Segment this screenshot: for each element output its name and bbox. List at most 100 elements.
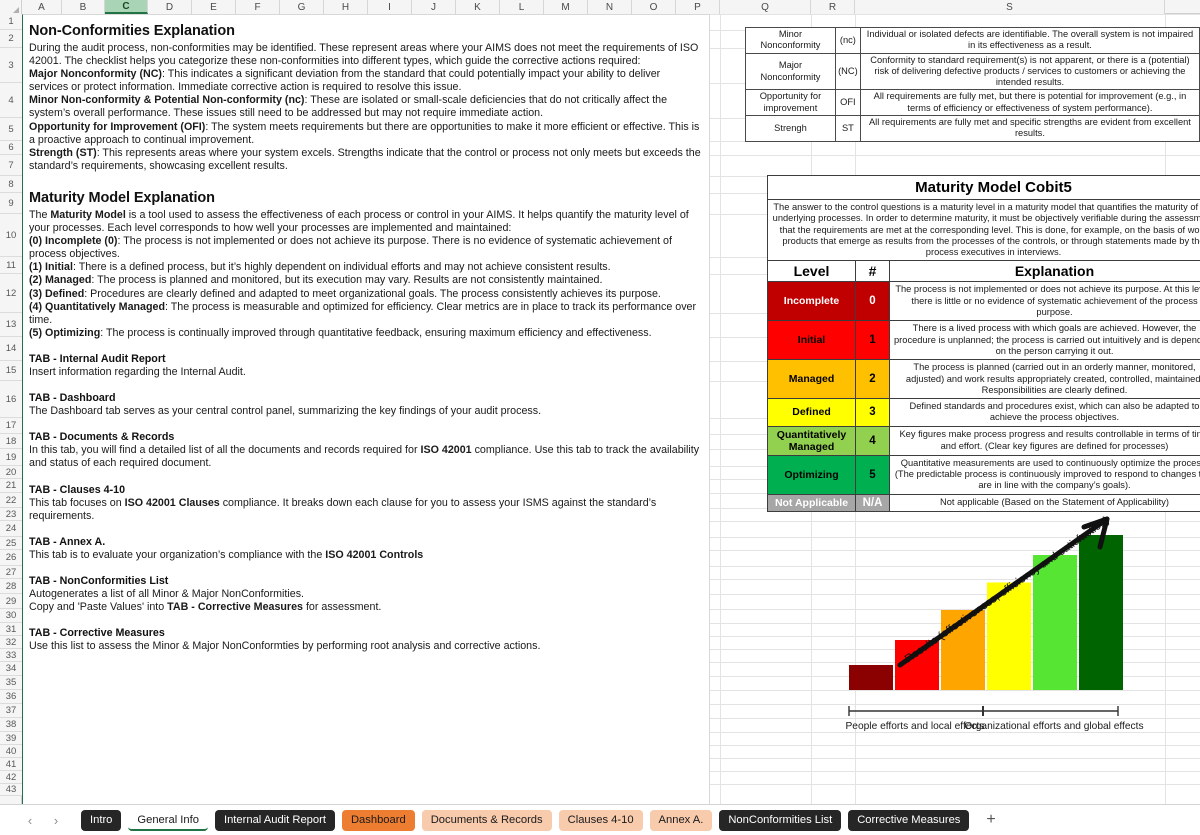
column-header-O[interactable]: O [632, 0, 676, 14]
column-header-A[interactable]: A [22, 0, 62, 14]
row-header-39[interactable]: 39 [0, 732, 22, 745]
row-header-38[interactable]: 38 [0, 718, 22, 732]
column-header-C[interactable]: C [105, 0, 148, 14]
table-row[interactable]: Defined 3 Defined standards and procedures… [767, 398, 1200, 427]
row-header-35[interactable]: 35 [0, 676, 22, 690]
row-header-13[interactable]: 13 [0, 313, 22, 337]
column-header-B[interactable]: B [62, 0, 105, 14]
row-header-15[interactable]: 15 [0, 361, 22, 381]
row-header-21[interactable]: 21 [0, 479, 22, 493]
select-all-corner[interactable] [0, 0, 22, 14]
table-row[interactable]: Opportunity for improvement OFI All requir… [745, 89, 1200, 117]
row-header-26[interactable]: 26 [0, 550, 22, 566]
row-header-8[interactable]: 8 [0, 176, 22, 193]
sheet-tab-general-info[interactable]: General Info [128, 809, 208, 831]
row-header-41[interactable]: 41 [0, 758, 22, 771]
column-header-G[interactable]: G [280, 0, 324, 14]
row-header-28[interactable]: 28 [0, 579, 22, 594]
row-header-12[interactable]: 12 [0, 274, 22, 313]
row-header-24[interactable]: 24 [0, 521, 22, 537]
row-header-10[interactable]: 10 [0, 214, 22, 257]
column-header-I[interactable]: I [368, 0, 412, 14]
table-row[interactable]: Minor Nonconformity (nc) Individual or iso… [745, 27, 1200, 54]
sheet-tab-bar[interactable]: ‹ › Intro General Info Internal Audit Repo… [0, 804, 1200, 835]
row-header-1[interactable]: 1 [0, 14, 22, 30]
column-header-D[interactable]: D [148, 0, 192, 14]
row-header-7[interactable]: 7 [0, 155, 22, 176]
sheet-tab-documents-records[interactable]: Documents & Records [421, 809, 552, 831]
nonconformity-type-label: Minor Non-conformity & Potential Non-con… [29, 94, 305, 107]
row-header-9[interactable]: 9 [0, 193, 22, 214]
row-header-43[interactable]: 43 [0, 784, 22, 796]
next-sheet-arrow-icon[interactable]: › [50, 814, 62, 827]
row-header-37[interactable]: 37 [0, 704, 22, 718]
table-row[interactable]: Incomplete 0 The process is not implemente… [767, 281, 1200, 322]
row-header-23[interactable]: 23 [0, 508, 22, 521]
row-header-22[interactable]: 22 [0, 493, 22, 508]
sheet-tab-annex-a[interactable]: Annex A. [649, 809, 713, 831]
column-header-K[interactable]: K [456, 0, 500, 14]
general-info-text-block[interactable]: Non-Conformities Explanation During the … [22, 14, 710, 804]
add-sheet-icon[interactable]: + [986, 812, 995, 828]
column-header-bar: ABCDEFGHIJKLMNOPQRS [0, 0, 1200, 14]
table-row[interactable]: Major Nonconformity (NC) Conformity to sta… [745, 52, 1200, 91]
column-header-M[interactable]: M [544, 0, 588, 14]
row-header-29[interactable]: 29 [0, 594, 22, 609]
column-header-F[interactable]: F [236, 0, 280, 14]
row-header-25[interactable]: 25 [0, 537, 22, 550]
row-header-16[interactable]: 16 [0, 381, 22, 418]
row-header-31[interactable]: 31 [0, 623, 22, 636]
row-header-5[interactable]: 5 [0, 118, 22, 141]
column-header-L[interactable]: L [500, 0, 544, 14]
row-header-30[interactable]: 30 [0, 609, 22, 623]
row-header-36[interactable]: 36 [0, 690, 22, 704]
table-row[interactable]: Managed 2 The process is planned (carried … [767, 359, 1200, 400]
prev-sheet-arrow-icon[interactable]: ‹ [24, 814, 36, 827]
row-header-2[interactable]: 2 [0, 30, 22, 48]
row-header-34[interactable]: 34 [0, 662, 22, 676]
row-header-40[interactable]: 40 [0, 745, 22, 758]
column-header-E[interactable]: E [192, 0, 236, 14]
nonconformity-reference-table[interactable]: Minor Nonconformity (nc) Individual or iso… [745, 27, 1200, 142]
column-header-J[interactable]: J [412, 0, 456, 14]
row-header-4[interactable]: 4 [0, 83, 22, 118]
worksheet-grid[interactable]: Non-Conformities Explanation During the … [22, 14, 1200, 804]
table-row[interactable]: Quantitatively Managed 4 Key figures make … [767, 425, 1200, 456]
sheet-tab-nonconformities-list[interactable]: NonConformities List [719, 809, 842, 831]
table-row[interactable]: Optimizing 5 Quantitative measurements are… [767, 454, 1200, 495]
column-header-S[interactable]: S [855, 0, 1165, 14]
sheet-tab-intro[interactable]: Intro [81, 809, 122, 831]
sheet-tab-dashboard[interactable]: Dashboard [341, 809, 415, 831]
row-header-19[interactable]: 19 [0, 449, 22, 466]
maturity-level-item: (1) Initial: There is a defined process,… [29, 261, 611, 274]
sheet-tab-internal-audit-report[interactable]: Internal Audit Report [214, 809, 335, 831]
sheet-tab-corrective-measures[interactable]: Corrective Measures [848, 809, 970, 831]
row-header-32[interactable]: 32 [0, 636, 22, 649]
column-header-N[interactable]: N [588, 0, 632, 14]
row-header-18[interactable]: 18 [0, 434, 22, 449]
sheet-tab-clauses-4-10[interactable]: Clauses 4-10 [558, 809, 643, 831]
column-header-H[interactable]: H [324, 0, 368, 14]
row-header-42[interactable]: 42 [0, 771, 22, 784]
row-header-11[interactable]: 11 [0, 257, 22, 274]
tab-section-title: TAB - NonConformities List [29, 575, 169, 587]
row-header-14[interactable]: 14 [0, 337, 22, 361]
maturity-model-table[interactable]: Maturity Model Cobit5 The answer to the … [767, 175, 1200, 512]
row-header-27[interactable]: 27 [0, 566, 22, 579]
column-header-P[interactable]: P [676, 0, 720, 14]
row-header-33[interactable]: 33 [0, 649, 22, 662]
column-header-Q[interactable]: Q [720, 0, 811, 14]
maturity-level-item: (5) Optimizing: The process is continual… [29, 326, 652, 339]
table-row[interactable]: Initial 1 There is a lived process with wh… [767, 320, 1200, 361]
table-row[interactable]: Strengh ST All requirements are fully met … [745, 115, 1200, 142]
column-header-R[interactable]: R [811, 0, 855, 14]
maturity-model-intro: The Maturity Model is a tool used to ass… [29, 209, 701, 235]
row-header-3[interactable]: 3 [0, 48, 22, 83]
row-header-17[interactable]: 17 [0, 418, 22, 434]
row-header-6[interactable]: 6 [0, 141, 22, 155]
maturity-level-name: Incomplete [767, 281, 856, 322]
maturity-header-explanation: Explanation [889, 260, 1200, 283]
row-header-20[interactable]: 20 [0, 466, 22, 479]
